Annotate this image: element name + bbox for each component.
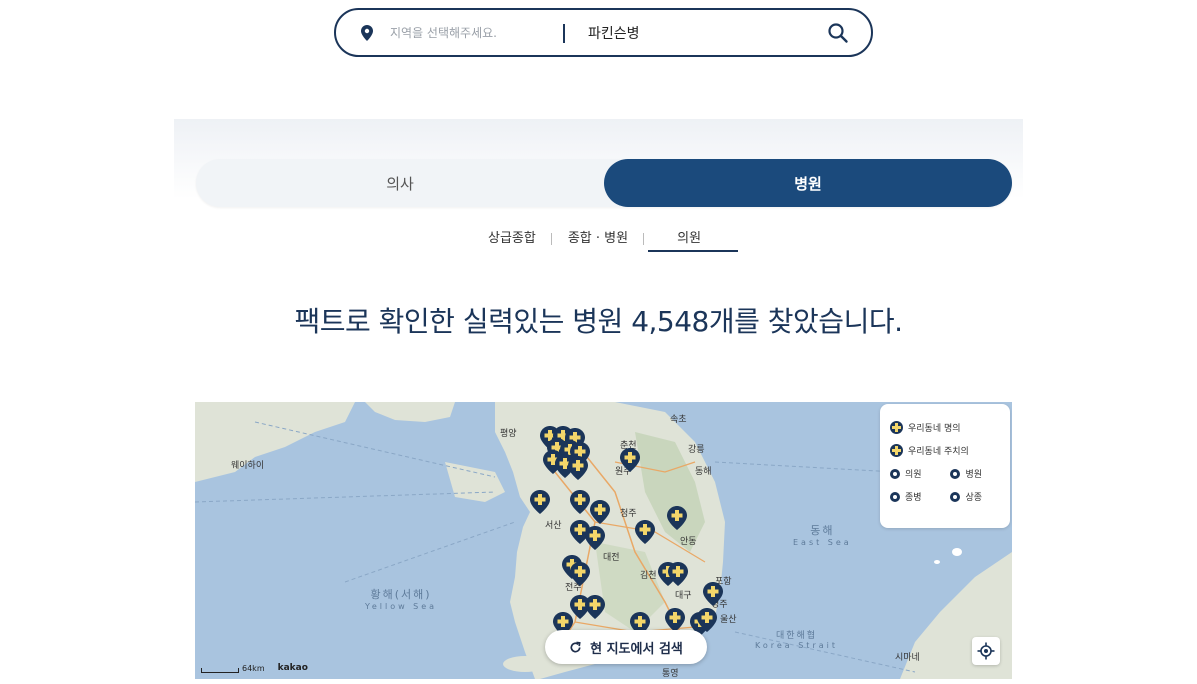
sea-label-east-sea: 동해 East Sea: [793, 524, 852, 547]
sea-label-korea-strait: 대한해협 Korea Strait: [755, 631, 838, 650]
city-label: 웨이하이: [231, 461, 265, 471]
type-tabs: 의사 병원: [196, 159, 1012, 207]
legend-row: 우리동네 주치의: [890, 439, 1000, 462]
map-view[interactable]: 황해(서해) Yellow Sea 동해 East Sea 대한해협 Korea…: [195, 402, 1012, 679]
subtab-clinic[interactable]: 의원: [644, 226, 734, 252]
map-scale: 64km kakao: [201, 663, 308, 673]
city-label: 속초: [670, 415, 687, 425]
legend-row: 의원 병원: [890, 462, 1000, 485]
city-label: 대구: [675, 591, 692, 601]
search-icon[interactable]: [827, 22, 849, 44]
hospital-marker-icon[interactable]: [703, 582, 723, 606]
result-headline: 팩트로 확인한 실력있는 병원 4,548개를 찾았습니다.: [294, 305, 903, 338]
page: 의사 병원 상급종합 종합 · 병원 의원 팩트로 확인한 실력있는 병원 4,…: [0, 0, 1197, 684]
hospital-marker-icon[interactable]: [697, 608, 717, 632]
hospital-marker-icon[interactable]: [668, 562, 688, 586]
subtab-general-hospital[interactable]: 종합 · 병원: [552, 226, 645, 252]
legend-label: 병원: [965, 470, 982, 480]
scale-bar: [201, 668, 239, 673]
master-marker-icon: [890, 421, 903, 434]
clinic-dot-icon: [890, 468, 900, 479]
hospital-dot-icon: [950, 468, 961, 479]
legend-label: 상종: [965, 493, 982, 503]
hospital-marker-icon[interactable]: [665, 608, 685, 632]
general-dot-icon: [890, 491, 900, 502]
sea-label-yellow-sea: 황해(서해) Yellow Sea: [365, 588, 438, 611]
hospital-marker-icon[interactable]: [667, 506, 687, 530]
city-label: 청주: [620, 509, 637, 519]
gp-marker-icon: [890, 444, 903, 457]
city-label: 강릉: [688, 445, 705, 455]
scale-label: 64km: [242, 664, 265, 673]
search-divider: [563, 24, 565, 43]
search-bar: [334, 8, 873, 57]
hospital-marker-icon[interactable]: [568, 456, 588, 480]
hospital-marker-icon[interactable]: [590, 500, 610, 524]
city-label: 통영: [662, 669, 679, 679]
legend-label: 우리동네 명의: [908, 424, 961, 434]
city-label: 동해: [695, 467, 712, 477]
hospital-marker-icon[interactable]: [585, 526, 605, 550]
city-label: 시마네: [895, 653, 920, 663]
legend-label: 우리동네 주치의: [908, 447, 969, 457]
hospital-marker-icon[interactable]: [530, 490, 550, 514]
hospital-marker-icon[interactable]: [635, 520, 655, 544]
hospital-marker-icon[interactable]: [585, 595, 605, 619]
region-input[interactable]: [390, 22, 560, 44]
city-label: 대전: [603, 553, 620, 563]
tab-hospital[interactable]: 병원: [604, 159, 1012, 207]
kakao-logo: kakao: [277, 663, 308, 673]
refresh-icon: [570, 641, 581, 652]
city-label: 안동: [680, 537, 697, 547]
legend-row: 종병 상종: [890, 485, 1000, 508]
legend-row: 우리동네 명의: [890, 416, 1000, 439]
hospital-marker-icon[interactable]: [620, 448, 640, 472]
my-location-button[interactable]: [972, 637, 1000, 665]
map-legend: 우리동네 명의 우리동네 주치의 의원 병원 종병 상종: [880, 404, 1010, 528]
city-label: 서산: [545, 521, 562, 531]
hospital-marker-icon[interactable]: [570, 490, 590, 514]
subtab-active-underline: [648, 250, 738, 252]
location-pin-icon[interactable]: [360, 25, 374, 41]
search-this-area-button[interactable]: 현 지도에서 검색: [545, 630, 707, 664]
search-this-area-label: 현 지도에서 검색: [590, 641, 683, 657]
city-label: 울산: [720, 615, 737, 625]
subtab-tertiary[interactable]: 상급종합: [472, 226, 552, 252]
city-label: 평양: [500, 429, 517, 439]
legend-label: 종병: [905, 493, 922, 503]
crosshair-icon: [977, 642, 995, 660]
hospital-marker-icon[interactable]: [570, 562, 590, 586]
keyword-input[interactable]: [588, 22, 808, 44]
tertiary-dot-icon: [950, 491, 961, 502]
tab-doctor[interactable]: 의사: [196, 159, 604, 207]
legend-label: 의원: [905, 470, 922, 480]
city-label: 김천: [640, 571, 657, 581]
